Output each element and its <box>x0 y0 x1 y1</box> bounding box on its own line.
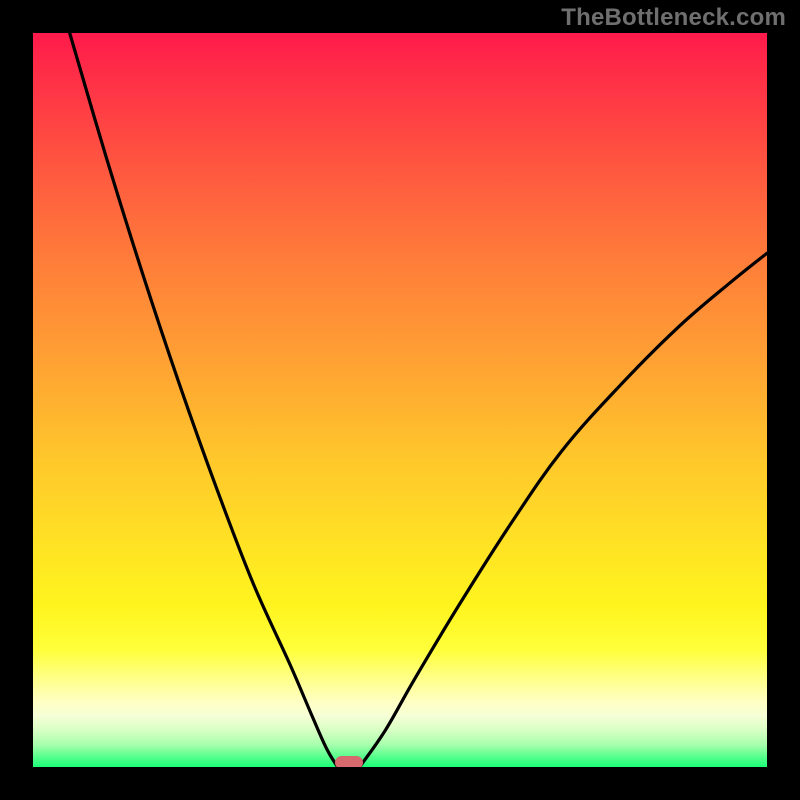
plot-area <box>33 33 767 767</box>
watermark-text: TheBottleneck.com <box>561 4 786 32</box>
chart-frame: TheBottleneck.com <box>0 0 800 800</box>
left-curve <box>70 33 338 767</box>
curve-layer <box>33 33 767 767</box>
min-point-marker <box>335 756 363 767</box>
right-curve <box>360 253 767 767</box>
